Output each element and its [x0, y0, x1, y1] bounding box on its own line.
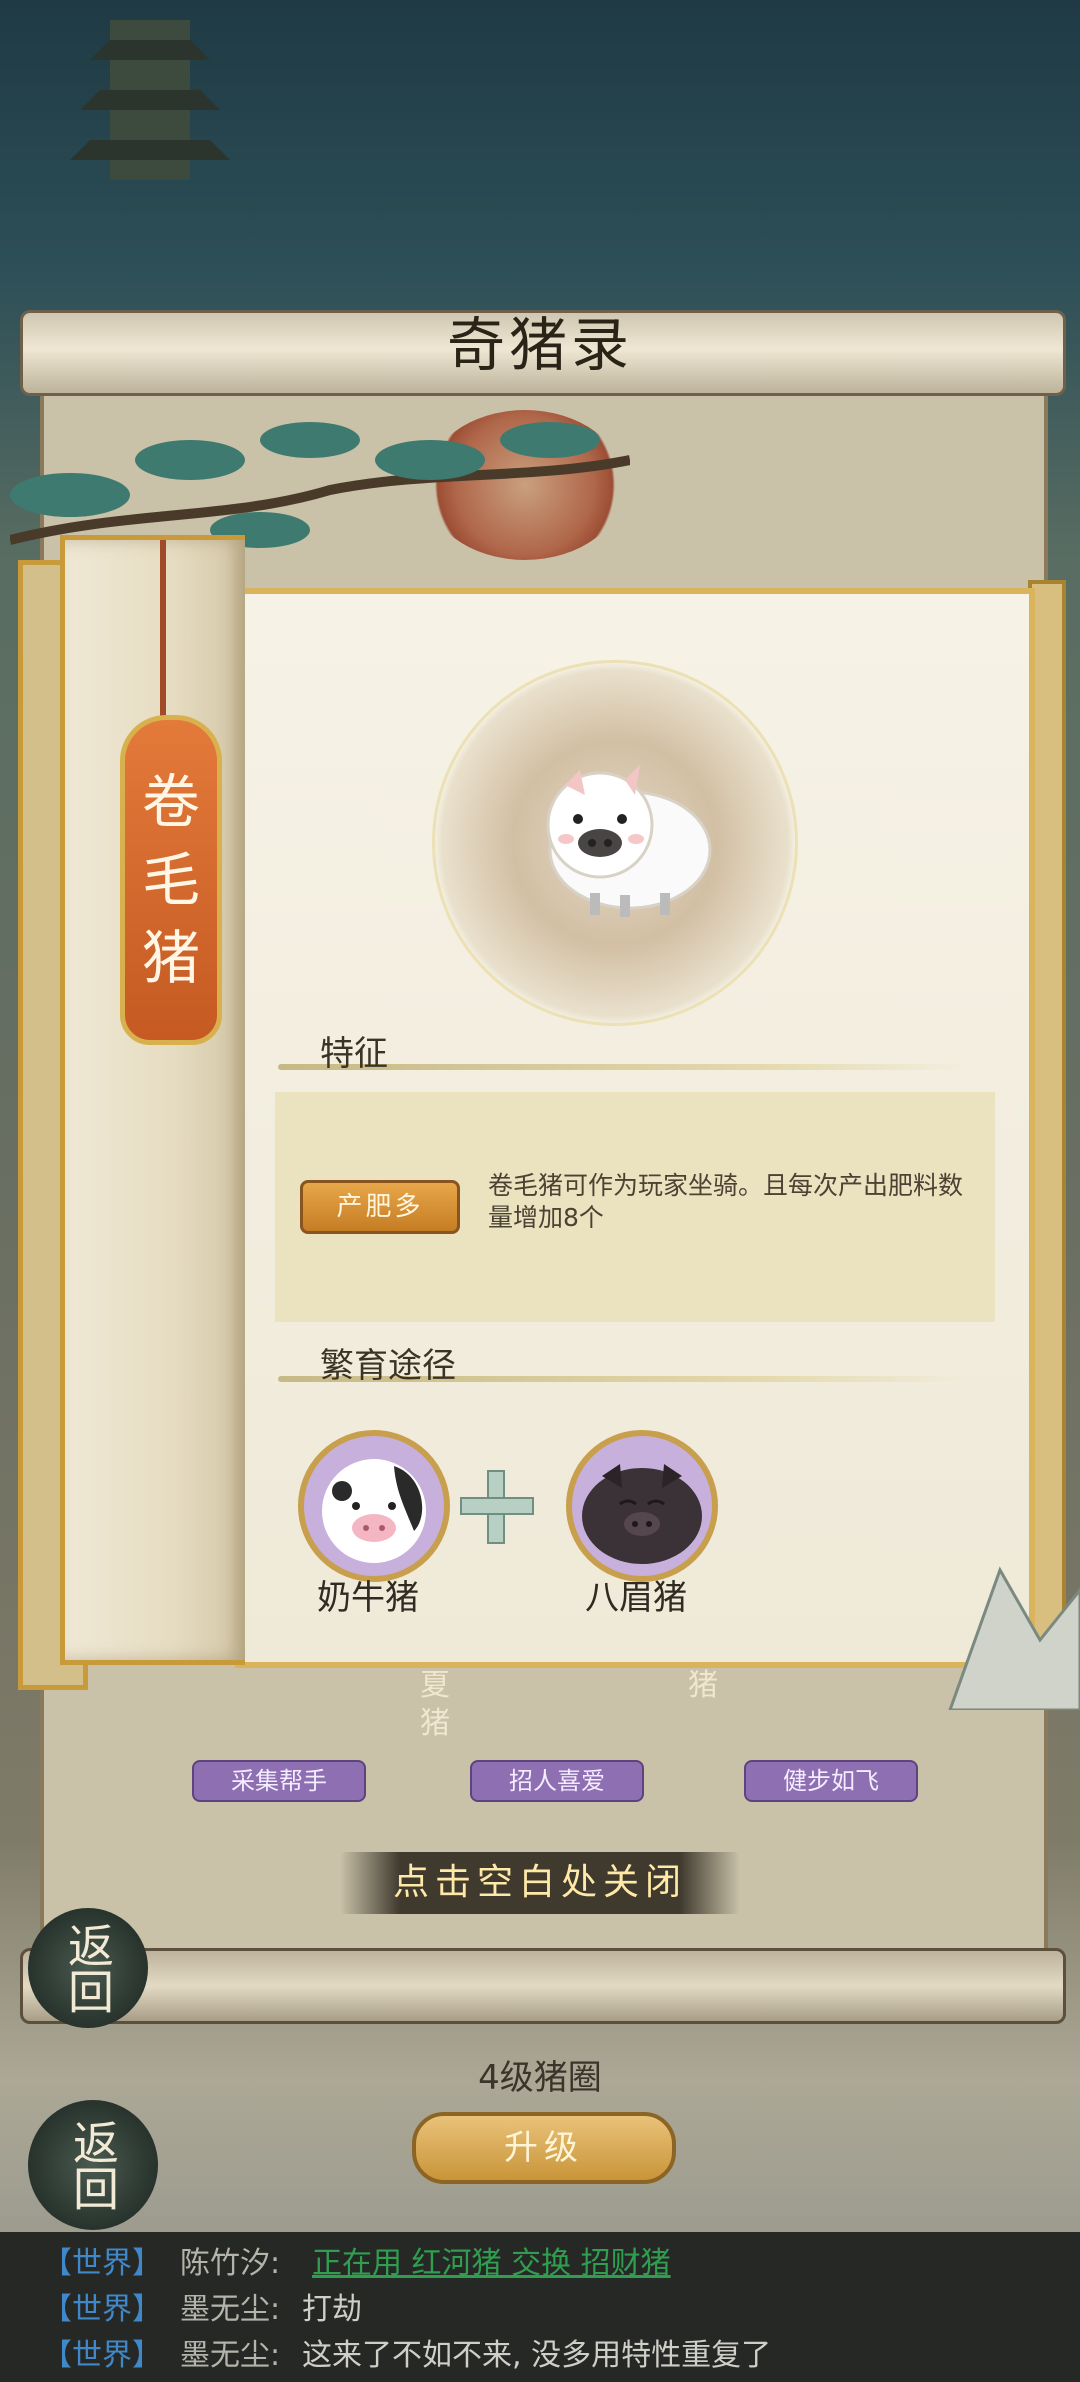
chat-username[interactable]: 墨无尘: — [180, 2284, 280, 2328]
pig-name-char: 猪 — [141, 924, 200, 992]
traits-section-title: 特征 — [320, 1034, 388, 1074]
curly-hair-pig-icon — [546, 765, 712, 917]
background-side-char: 猪 — [420, 1706, 450, 1741]
pen-level-label: 4级猪圈 — [478, 2058, 602, 2098]
name-tag-string — [160, 540, 166, 720]
chat-username[interactable]: 墨无尘: — [180, 2330, 280, 2374]
breeding-section-title: 繁育途径 — [320, 1346, 456, 1386]
back-button-lower[interactable]: 返回 — [28, 2100, 158, 2230]
black-pig-icon — [582, 1464, 702, 1564]
chat-row[interactable]: 【世界】 墨无尘: 打劫 — [0, 2284, 1080, 2328]
close-hint[interactable]: 点击空白处关闭 — [340, 1852, 740, 1914]
chat-channel: 【世界】 — [42, 2338, 162, 2373]
cow-pig-icon — [322, 1459, 426, 1563]
back-label: 返回 — [66, 2119, 120, 2211]
book-left-page — [60, 535, 245, 1665]
chat-message: 这来了不如不来, 没多用特性重复了 — [302, 2338, 772, 2373]
parent-pig-2-name: 八眉猪 — [585, 1578, 687, 1618]
chat-username[interactable]: 陈竹汐: — [180, 2238, 280, 2282]
breeding-section-header: 繁育途径 — [278, 1342, 978, 1388]
upgrade-button[interactable]: 升级 — [412, 2112, 676, 2184]
background-trait-tag: 采集帮手 — [192, 1760, 366, 1802]
chat-row[interactable]: 【世界】 墨无尘: 这来了不如不来, 没多用特性重复了 — [0, 2330, 1080, 2374]
background-trait-tag: 招人喜爱 — [470, 1760, 644, 1802]
pig-name-char: 卷 — [141, 768, 200, 836]
back-button[interactable]: 返回 — [28, 1908, 148, 2028]
mountain-decoration — [948, 1566, 1080, 1710]
trait-tag[interactable]: 产肥多 — [300, 1180, 460, 1234]
parent-pig-1-name: 奶牛猪 — [317, 1578, 419, 1618]
page-title: 奇猪录 — [446, 311, 633, 379]
parent-pig-2[interactable] — [566, 1430, 718, 1582]
chat-message: 打劫 — [302, 2292, 362, 2327]
background-trait-tag: 健步如飞 — [744, 1760, 918, 1802]
plus-icon — [460, 1470, 534, 1544]
pig-name-char: 毛 — [141, 846, 200, 914]
chat-message-link[interactable]: 正在用 红河猪 交换 招财猪 — [312, 2238, 671, 2282]
chat-channel: 【世界】 — [42, 2246, 162, 2281]
trait-description: 卷毛猪可作为玩家坐骑。且每次产出肥料数量增加8个 — [488, 1171, 964, 1232]
parent-pig-1[interactable] — [298, 1430, 450, 1582]
traits-section-header: 特征 — [278, 1030, 978, 1076]
back-label: 返回 — [61, 1922, 115, 2014]
pagoda-illustration — [70, 20, 230, 180]
chat-channel: 【世界】 — [42, 2292, 162, 2327]
background-pig-cards: 采集帮手 夏 猪 招人喜爱 猪 健步如飞 — [140, 1660, 940, 1860]
world-chat[interactable]: 【世界】 陈竹汐: 正在用 红河猪 交换 招财猪 【世界】 墨无尘: 打劫 【世… — [0, 2232, 1080, 2382]
chat-row[interactable]: 【世界】 陈竹汐: 正在用 红河猪 交换 招财猪 — [0, 2238, 1080, 2282]
scroll-bottom-rod — [20, 1948, 1066, 2024]
pig-name-tag: 卷 毛 猪 — [120, 715, 222, 1045]
